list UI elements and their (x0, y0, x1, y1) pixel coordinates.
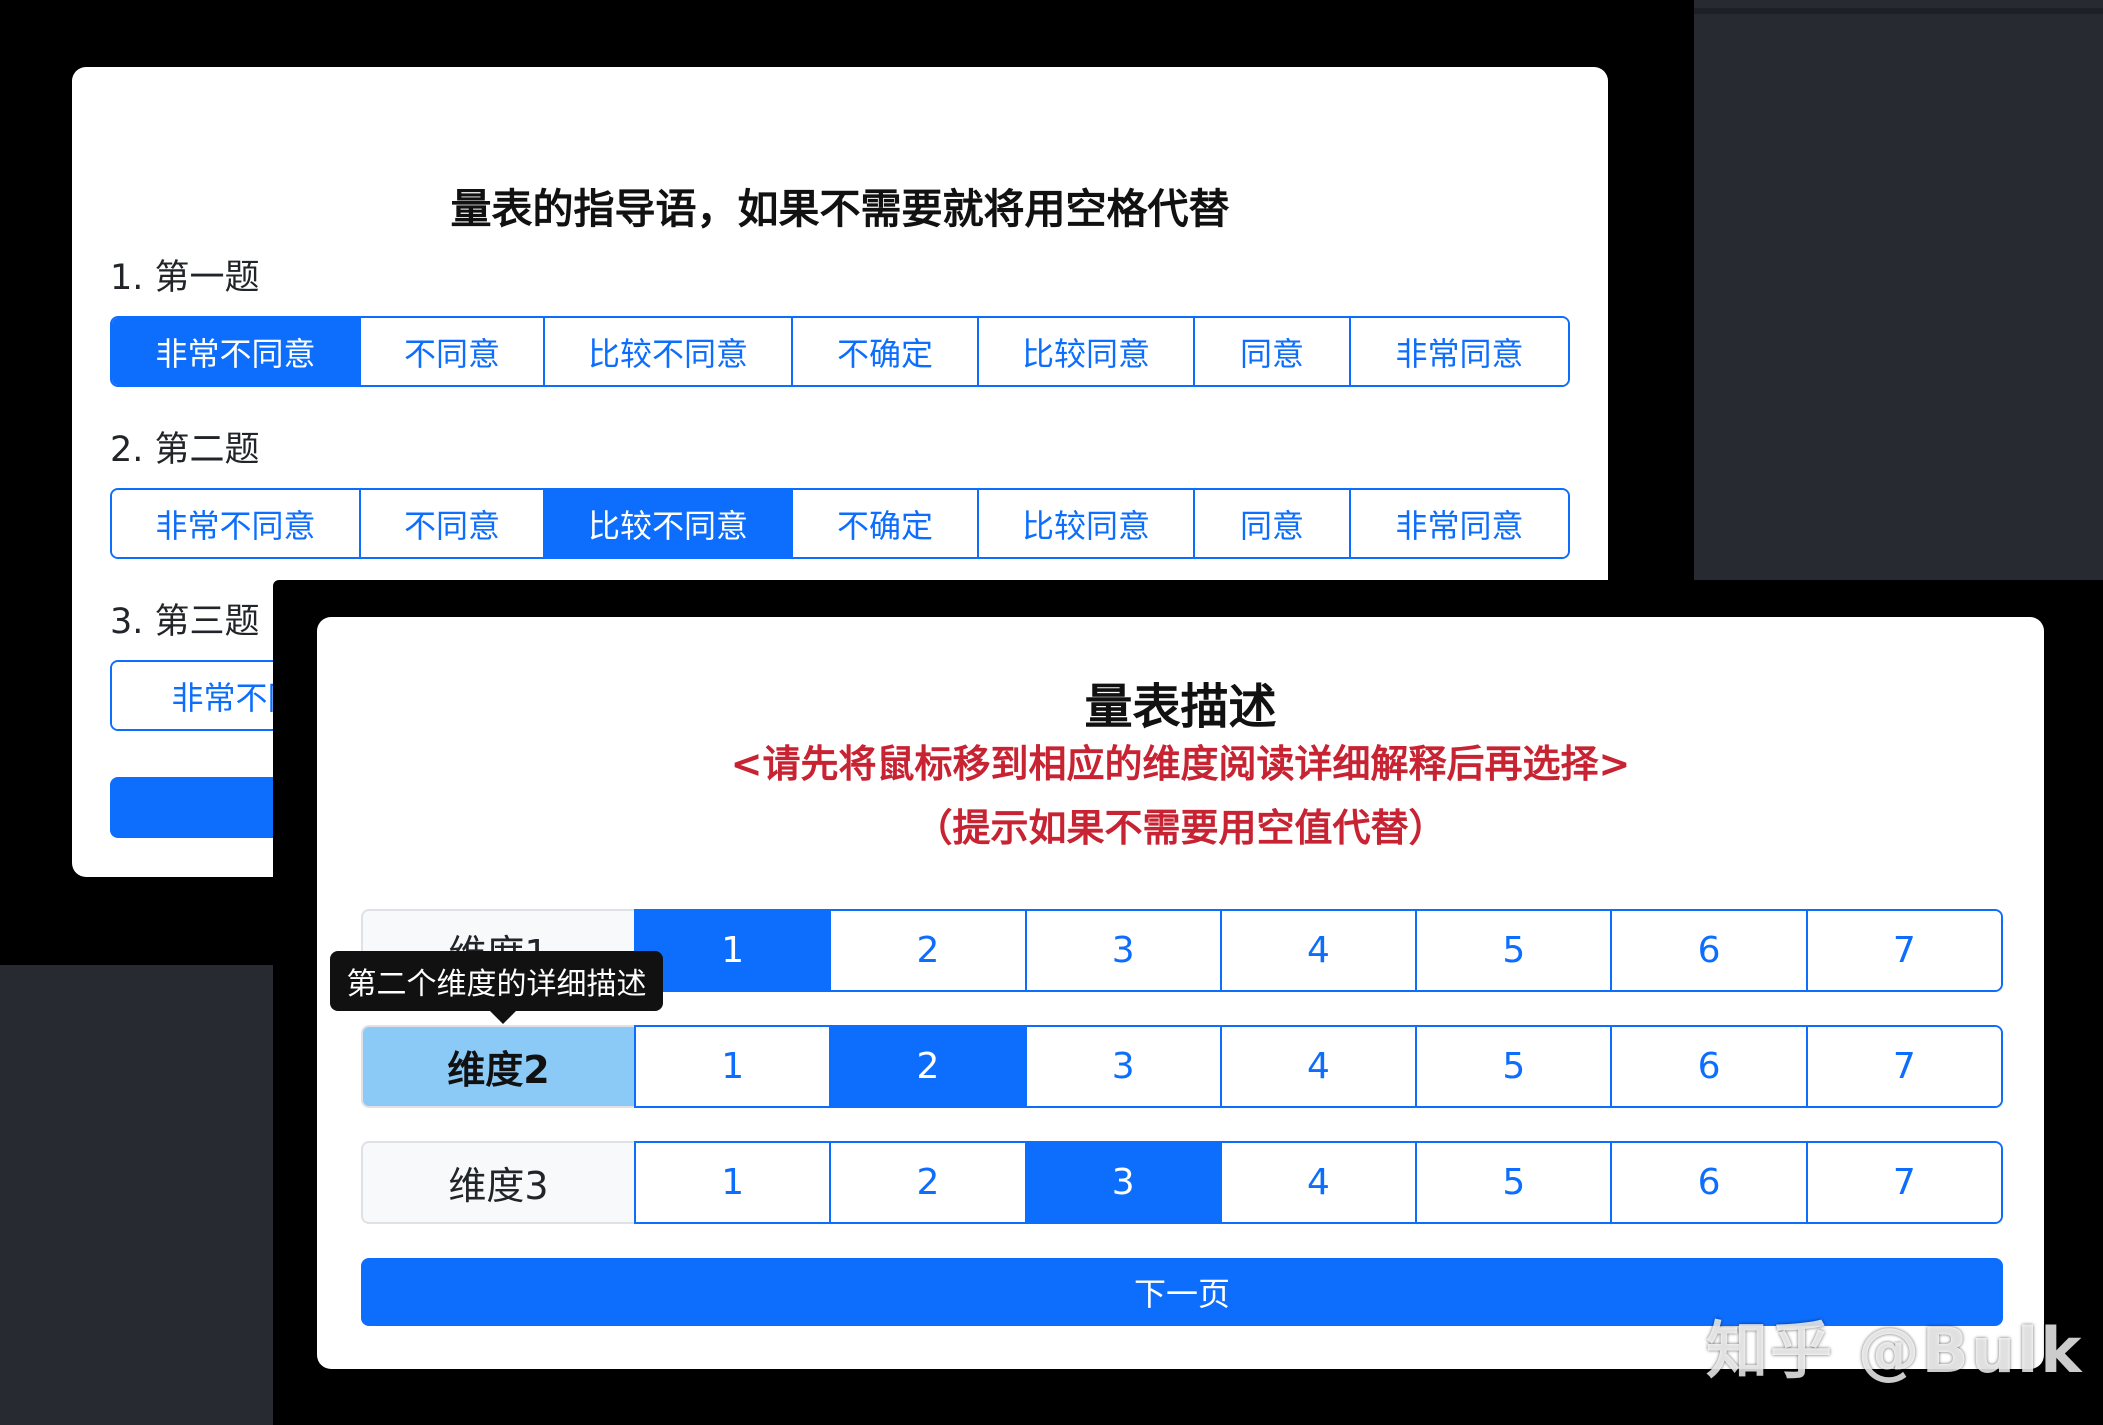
background-panel-left (0, 965, 275, 1425)
scale-button[interactable]: 3 (1024, 1143, 1220, 1222)
scale-button[interactable]: 6 (1610, 1143, 1806, 1222)
option-button[interactable]: 非常同意 (1349, 318, 1568, 385)
option-button[interactable]: 非常同意 (1349, 490, 1568, 557)
question-1-options: 非常不同意 不同意 比较不同意 不确定 比较同意 同意 非常同意 (110, 316, 1570, 387)
option-button[interactable]: 不确定 (791, 318, 977, 385)
dimension-tooltip: 第二个维度的详细描述 (330, 951, 663, 1024)
scale-hint-secondary: （提示如果不需要用空值代替） (914, 806, 1447, 850)
option-button[interactable]: 同意 (1193, 490, 1349, 557)
option-button[interactable]: 比较同意 (977, 490, 1193, 557)
scale-button[interactable]: 7 (1805, 911, 2001, 990)
dimension-3-label[interactable]: 维度3 (361, 1141, 634, 1224)
question-3-label: 3. 第三题 (110, 602, 260, 642)
option-button[interactable]: 不同意 (359, 318, 543, 385)
scale-button[interactable]: 1 (636, 911, 830, 990)
option-button[interactable]: 不确定 (791, 490, 977, 557)
option-button[interactable]: 比较同意 (977, 318, 1193, 385)
scale-button[interactable]: 2 (829, 1027, 1025, 1106)
scale-button[interactable]: 2 (829, 911, 1025, 990)
scale-button[interactable]: 5 (1415, 1027, 1611, 1106)
tooltip-arrow (490, 1011, 516, 1024)
scale-button[interactable]: 7 (1805, 1143, 2001, 1222)
scale-hint-primary: <请先将鼠标移到相应的维度阅读详细解释后再选择> (730, 742, 1631, 786)
background-divider (1694, 8, 2103, 14)
watermark: 知乎 @Bulk (1706, 1314, 2084, 1387)
scale-button[interactable]: 3 (1024, 911, 1220, 990)
tooltip-text: 第二个维度的详细描述 (346, 967, 647, 1002)
question-2-label: 2. 第二题 (110, 430, 260, 470)
option-button[interactable]: 比较不同意 (543, 490, 791, 557)
scale-button[interactable]: 7 (1805, 1027, 2001, 1106)
scale-button[interactable]: 4 (1219, 911, 1416, 990)
option-button[interactable]: 不同意 (359, 490, 543, 557)
question-1-label: 1. 第一题 (110, 258, 260, 298)
scale-button[interactable]: 3 (1024, 1027, 1220, 1106)
scale-title: 量表描述 (1084, 679, 1277, 735)
scale-button[interactable]: 4 (1219, 1027, 1416, 1106)
question-2-options: 非常不同意 不同意 比较不同意 不确定 比较同意 同意 非常同意 (110, 488, 1570, 559)
scale-button[interactable]: 1 (636, 1143, 830, 1222)
dimension-2-scale: 1 2 3 4 5 6 7 (634, 1025, 2003, 1108)
dimension-3-scale: 1 2 3 4 5 6 7 (634, 1141, 2003, 1224)
dimension-2-label[interactable]: 维度2 (361, 1025, 634, 1108)
option-button[interactable]: 比较不同意 (543, 318, 791, 385)
option-button[interactable]: 同意 (1193, 318, 1349, 385)
scale-button[interactable]: 5 (1415, 1143, 1611, 1222)
scale-description-card: 量表描述 <请先将鼠标移到相应的维度阅读详细解释后再选择> （提示如果不需要用空… (317, 617, 2044, 1369)
option-button[interactable]: 非常不同意 (112, 318, 359, 385)
dimension-1-scale: 1 2 3 4 5 6 7 (634, 909, 2003, 992)
scale-button[interactable]: 5 (1415, 911, 1611, 990)
scale-button[interactable]: 6 (1610, 911, 1806, 990)
scale-button[interactable]: 4 (1219, 1143, 1416, 1222)
scale-button[interactable]: 2 (829, 1143, 1025, 1222)
instruction-title: 量表的指导语，如果不需要就将用空格代替 (450, 185, 1230, 233)
scale-button[interactable]: 6 (1610, 1027, 1806, 1106)
option-button[interactable]: 非常不同意 (112, 490, 359, 557)
scale-button[interactable]: 1 (636, 1027, 830, 1106)
